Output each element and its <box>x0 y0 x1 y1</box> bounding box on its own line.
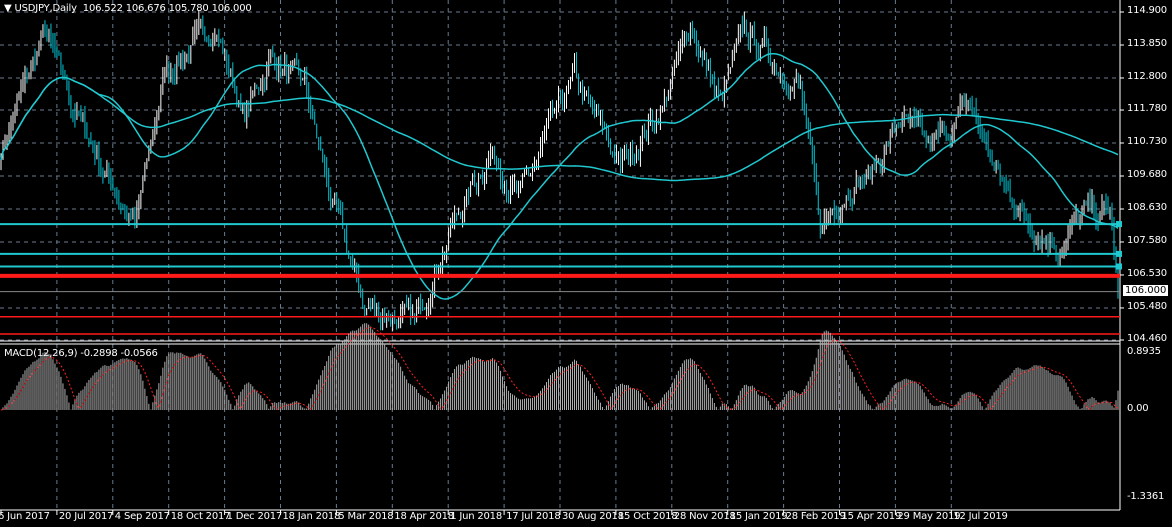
macd-axis-label: -1.3361 <box>1127 491 1165 502</box>
collapse-triangle-icon[interactable]: ▼ <box>4 3 12 14</box>
level-handle <box>1116 250 1122 257</box>
level-handle <box>1116 263 1122 270</box>
time-axis-label: 18 Apr 2018 <box>394 511 454 522</box>
time-axis-label: 20 Jul 2017 <box>58 511 114 522</box>
time-axis-label: 1 Jun 2018 <box>450 511 502 522</box>
price-axis-label: 106.530 <box>1127 267 1167 279</box>
price-axis-label: 107.580 <box>1127 234 1167 246</box>
time-axis-label: 15 Oct 2018 <box>617 511 678 522</box>
time-axis-label: 5 Mar 2018 <box>338 511 394 522</box>
price-axis-label: 112.800 <box>1127 70 1167 82</box>
price-axis-label: 110.730 <box>1127 136 1167 147</box>
time-axis-label: 17 Jul 2018 <box>506 511 561 522</box>
price-axis-label: 109.680 <box>1127 169 1167 180</box>
price-axis-label: 108.630 <box>1127 201 1167 213</box>
price-axis-label: 114.900 <box>1127 5 1167 16</box>
price-axis-label: 105.480 <box>1127 300 1167 312</box>
time-axis-label: 1 Dec 2017 <box>226 511 283 522</box>
macd-axis-label: 0.00 <box>1127 403 1149 414</box>
chart-title: ▼ USDJPY,Daily 106.522 106.676 105.780 1… <box>4 3 252 14</box>
time-axis-label: 15 Apr 2019 <box>841 511 902 522</box>
time-axis-label: 6 Jun 2017 <box>0 511 50 522</box>
macd-axis-label: 0.8935 <box>1127 346 1161 357</box>
ohlc-values: 106.522 106.676 105.780 106.000 <box>82 3 252 14</box>
level-handle <box>1116 221 1122 228</box>
price-axis-label: 104.460 <box>1127 333 1167 344</box>
time-axis-label: 12 Jul 2019 <box>953 511 1008 522</box>
symbol-label: USDJPY,Daily <box>14 3 77 14</box>
time-axis-label: 4 Sep 2017 <box>114 511 170 522</box>
current-price-tag: 106.000 <box>1123 285 1169 296</box>
time-axis-label: 18 Oct 2017 <box>170 511 231 522</box>
time-axis-label: 29 May 2019 <box>897 511 961 522</box>
time-axis-label: 18 Jan 2018 <box>282 511 341 522</box>
price-axis-label: 111.780 <box>1127 103 1167 115</box>
time-axis-label: 30 Aug 2018 <box>562 511 624 522</box>
time-axis-label: 28 Feb 2019 <box>785 511 846 522</box>
time-axis-label: 28 Nov 2018 <box>673 511 736 522</box>
time-axis-label: 15 Jan 2019 <box>729 511 788 522</box>
price-axis-label: 113.850 <box>1127 37 1167 49</box>
macd-indicator-label: MACD(12,26,9) -0.2898 -0.0566 <box>4 348 158 359</box>
chart-canvas[interactable] <box>0 0 1172 527</box>
